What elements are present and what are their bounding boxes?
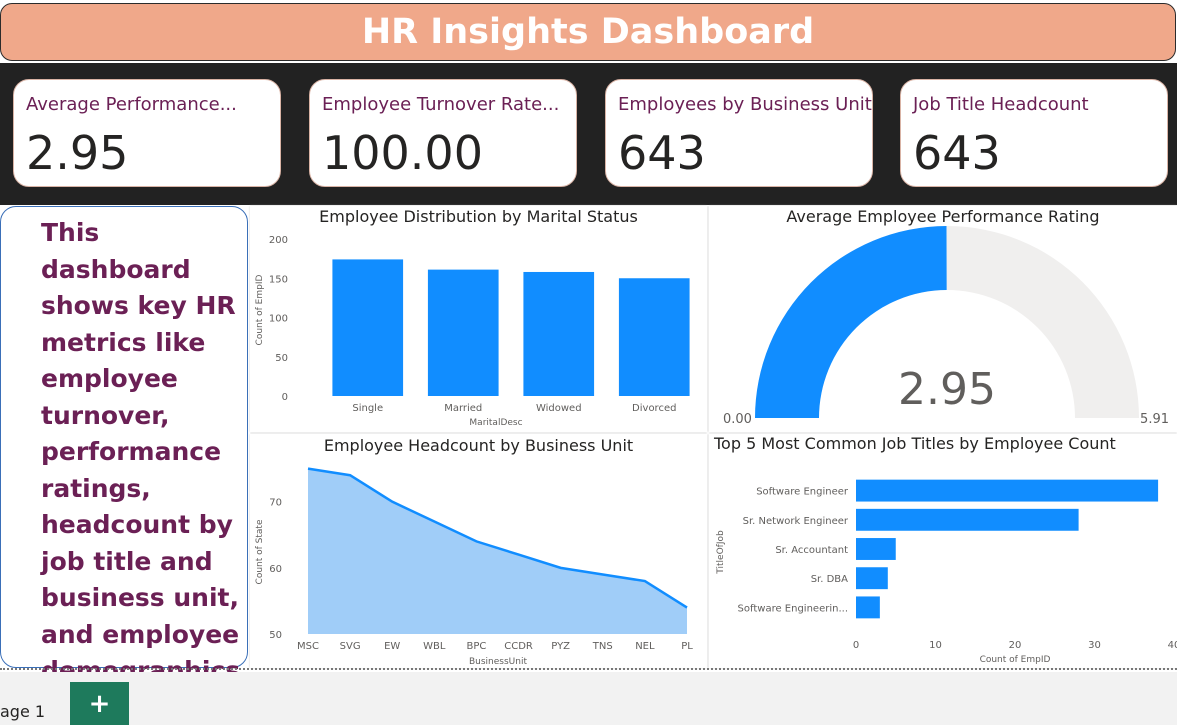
kpi-value: 100.00 [322,126,483,180]
y-axis-label: Count of State [255,519,265,584]
bar-job-title [856,508,1079,531]
kpi-label: Average Performance... [26,94,237,115]
dashboard-title: HR Insights Dashboard [361,12,815,52]
x-tick-label: EW [384,641,400,652]
x-tick-label: Married [444,403,482,414]
y-tick-label: Sr. Accountant [775,545,848,556]
gauge-plot: 0.00 5.91 2.95 [723,226,1169,427]
x-tick-label: MSC [297,641,319,652]
kpi-label: Employees by Business Unit [618,94,872,115]
marital-status-chart[interactable]: Employee Distribution by Marital Status … [250,206,707,432]
canvas-boundary-divider [0,668,1177,670]
x-tick-label: 10 [929,640,942,651]
kpi-card-average-performance[interactable]: Average Performance... 2.95 [13,79,281,187]
x-tick-label: WBL [423,641,446,652]
kpi-card-employees-by-business-unit[interactable]: Employees by Business Unit 643 [605,79,873,187]
x-tick-label: Widowed [536,403,582,414]
kpi-strip: Average Performance... 2.95 Employee Tur… [0,63,1177,205]
performance-gauge-chart[interactable]: Average Employee Performance Rating 0.00… [709,206,1177,432]
y-tick-label: Sr. Network Engineer [743,516,849,527]
job-titles-bar-chart[interactable]: Top 5 Most Common Job Titles by Employee… [709,434,1177,668]
y-tick-label: 100 [269,314,288,325]
x-tick-label: CCDR [504,641,533,652]
x-tick-label: SVG [340,641,361,652]
x-tick-label: 0 [853,640,859,651]
x-tick-label: PYZ [551,641,570,652]
bar-divorced [618,278,690,396]
bar-single [332,259,404,396]
y-tick-label: Software Engineer [756,487,849,498]
kpi-value: 643 [618,126,706,180]
gauge-max-label: 5.91 [1140,412,1169,427]
description-textbox[interactable]: This dashboard shows key HR metrics like… [0,206,250,685]
y-tick-label: 70 [269,498,282,509]
x-axis-label: BusinessUnit [469,657,527,667]
x-tick-label: NEL [635,641,655,652]
x-tick-label: BPC [467,641,487,652]
area-fill [308,468,687,634]
x-tick-label: Single [352,403,383,414]
y-tick-label: 50 [275,353,288,364]
bar-married [427,269,499,396]
plus-icon: + [88,688,111,719]
y-tick-label: 0 [282,392,288,403]
kpi-value: 643 [913,126,1001,180]
business-unit-plot: Count of State BusinessUnit 50 60 70 MSC SVG… [255,467,693,667]
kpi-card-turnover-rate[interactable]: Employee Turnover Rate... 100.00 [309,79,577,187]
x-tick-label: 40 [1168,640,1177,651]
add-page-button[interactable]: + [70,682,129,725]
x-axis-label: MaritalDesc [469,418,522,428]
y-axis-label: TitleOfJob [716,530,726,575]
x-tick-label: 30 [1088,640,1101,651]
x-tick-label: Divorced [632,403,676,414]
kpi-label: Job Title Headcount [913,94,1089,115]
bar-widowed [523,271,595,396]
y-tick-label: Sr. DBA [811,574,848,585]
bar-job-title [856,567,888,590]
gauge-min-label: 0.00 [723,412,752,427]
y-tick-label: Software Engineerin... [738,603,848,614]
x-tick-label: 20 [1009,640,1022,651]
kpi-value: 2.95 [26,126,129,180]
bar-job-title [856,538,896,560]
marital-status-plot: Count of EmpID MaritalDesc 0 50 100 150 200 S… [255,235,690,428]
bar-job-title [856,479,1159,502]
y-tick-label: 200 [269,235,288,246]
gauge-value: 2.95 [898,364,996,415]
job-titles-plot: TitleOfJob Count of EmpID Software Engin… [716,479,1177,665]
description-text: This dashboard shows key HR metrics like… [41,218,250,685]
business-unit-area-chart[interactable]: Employee Headcount by Business Unit Coun… [250,434,707,668]
y-tick-label: 60 [269,564,282,575]
y-axis-label: Count of EmpID [255,274,265,345]
x-axis-label: Count of EmpID [980,655,1051,665]
page-tabs-bar: age 1 + [0,672,1177,725]
kpi-card-job-title-headcount[interactable]: Job Title Headcount 643 [900,79,1168,187]
x-tick-label: PL [681,641,693,652]
y-tick-label: 50 [269,630,282,641]
bar-job-title [856,596,880,619]
page-tab[interactable]: age 1 [0,702,45,721]
y-tick-label: 150 [269,274,288,285]
x-tick-label: TNS [592,641,613,652]
dashboard-title-bar: HR Insights Dashboard [0,3,1176,61]
kpi-label: Employee Turnover Rate... [322,94,560,115]
